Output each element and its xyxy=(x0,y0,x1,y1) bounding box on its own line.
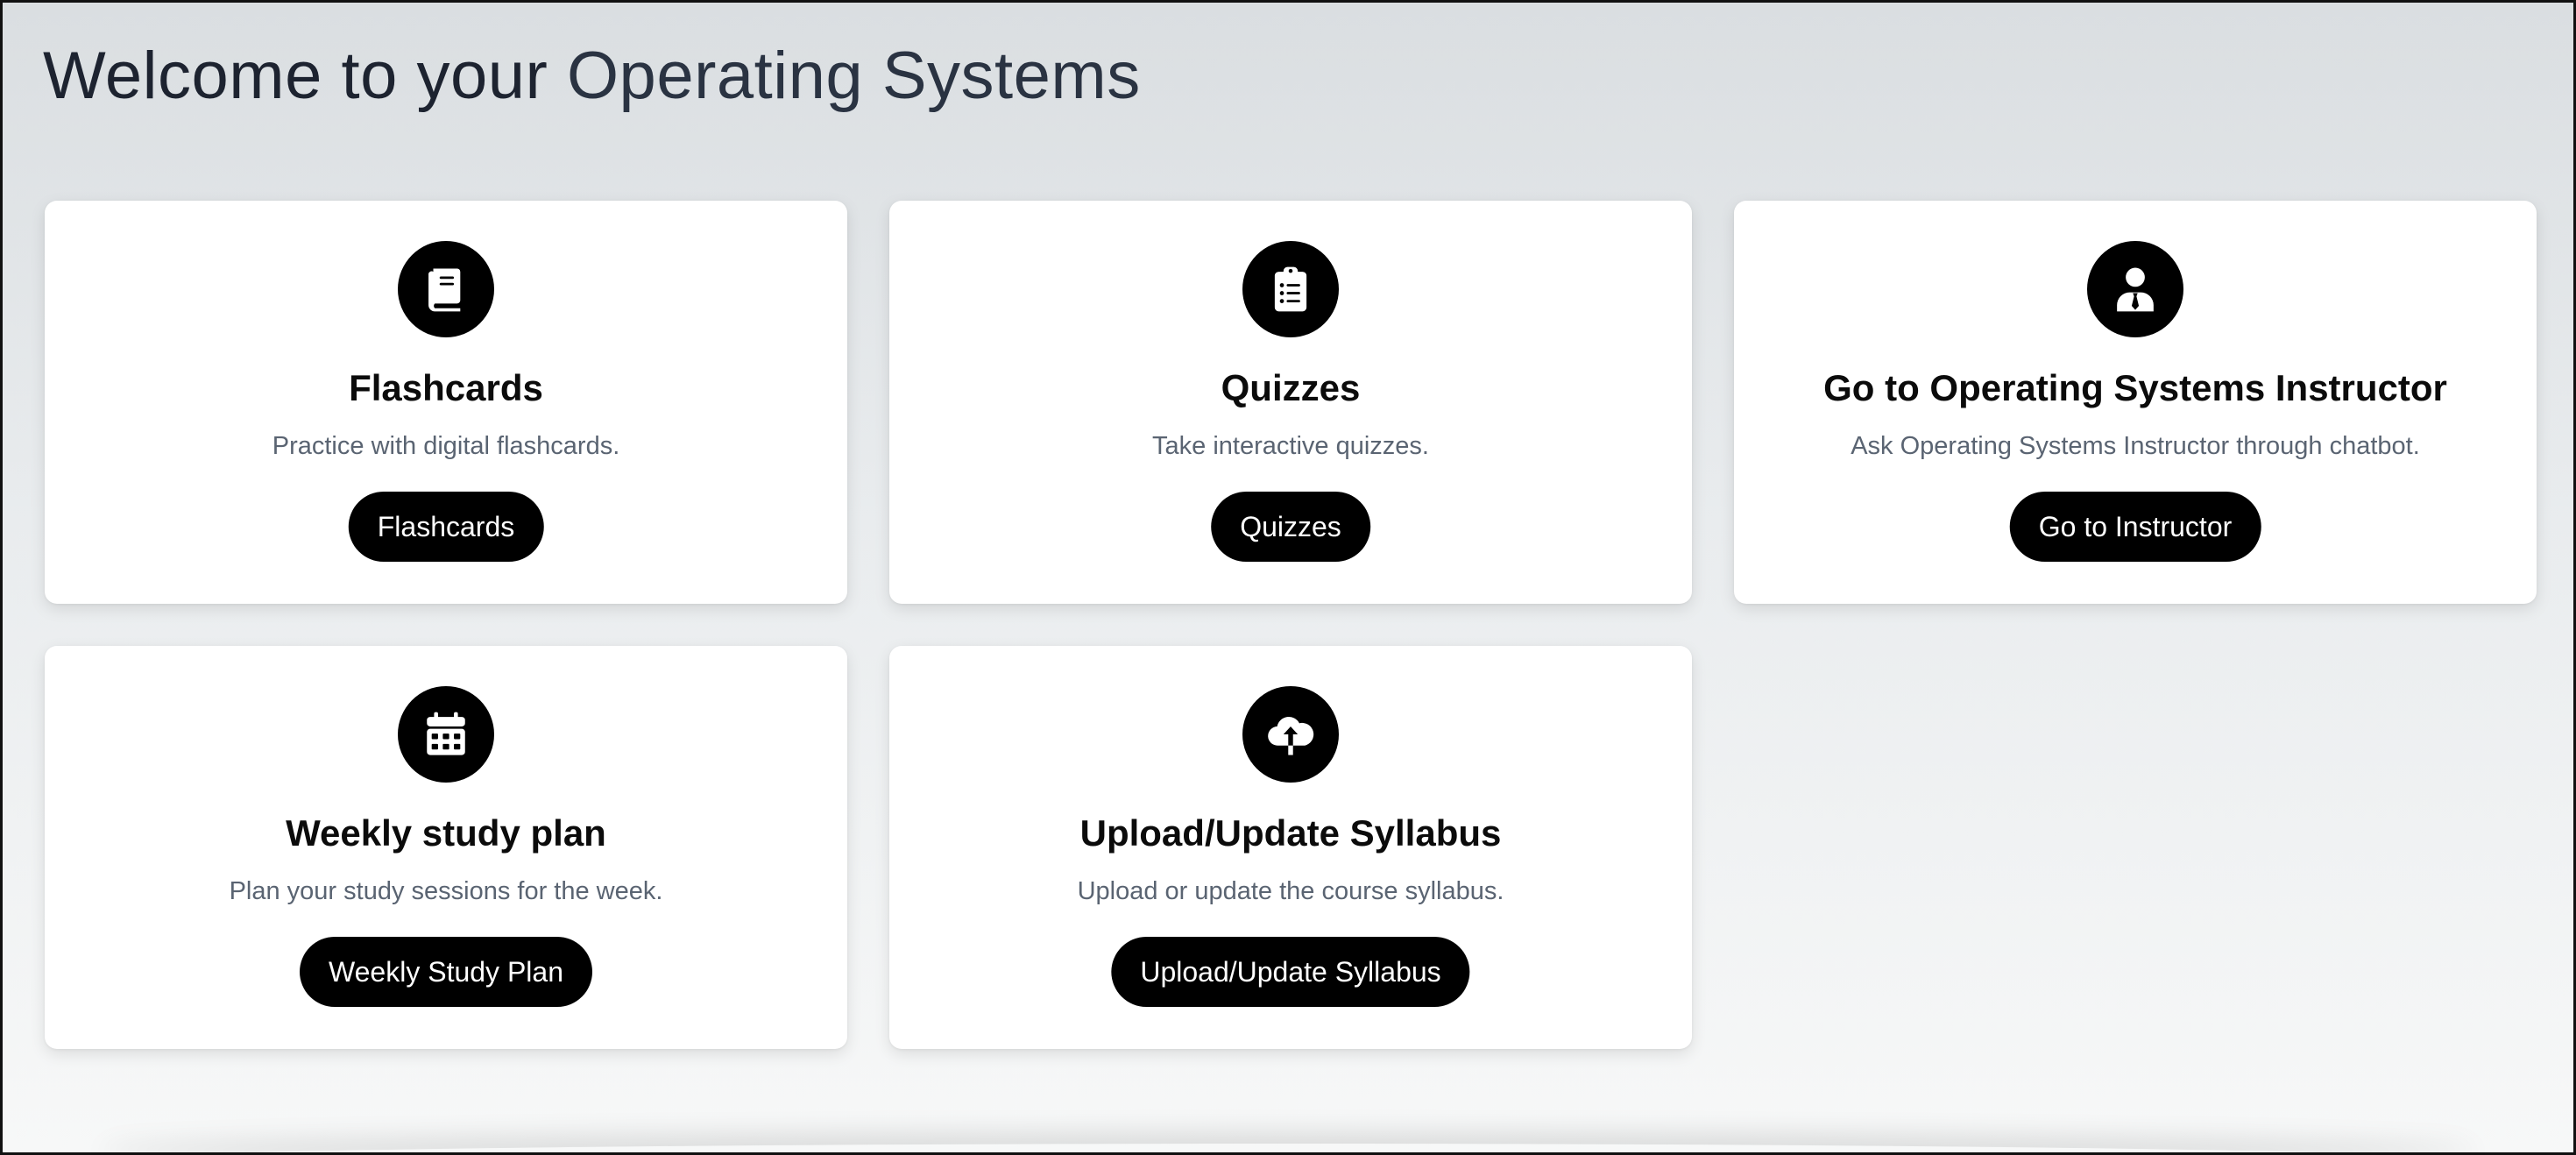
weekly-study-plan-button[interactable]: Weekly Study Plan xyxy=(300,937,592,1007)
card-description: Ask Operating Systems Instructor through… xyxy=(1851,432,2420,460)
upload-syllabus-card: Upload/Update Syllabus Upload or update … xyxy=(889,646,1692,1049)
cloud-upload-icon xyxy=(1242,686,1339,783)
user-tie-icon xyxy=(2087,241,2183,337)
quizzes-button[interactable]: Quizzes xyxy=(1211,492,1370,562)
card-title: Go to Operating Systems Instructor xyxy=(1823,367,2447,408)
instructor-card: Go to Operating Systems Instructor Ask O… xyxy=(1734,201,2537,604)
go-to-instructor-button[interactable]: Go to Instructor xyxy=(2009,492,2261,562)
page-title: Welcome to your Operating Systems xyxy=(43,38,1141,114)
flashcards-button[interactable]: Flashcards xyxy=(348,492,544,562)
course-name: Operating Systems xyxy=(566,39,1141,113)
card-description: Upload or update the course syllabus. xyxy=(1077,877,1504,905)
clipboard-list-icon xyxy=(1242,241,1339,337)
card-title: Weekly study plan xyxy=(286,812,606,854)
book-icon xyxy=(398,241,494,337)
card-title: Quizzes xyxy=(1221,367,1361,408)
card-description: Plan your study sessions for the week. xyxy=(229,877,663,905)
page-title-prefix: Welcome to your xyxy=(43,39,567,113)
calendar-icon xyxy=(398,686,494,783)
weekly-study-plan-card: Weekly study plan Plan your study sessio… xyxy=(45,646,847,1049)
upload-syllabus-button[interactable]: Upload/Update Syllabus xyxy=(1111,937,1470,1007)
flashcards-card: Flashcards Practice with digital flashca… xyxy=(45,201,847,604)
bottom-panel-shadow xyxy=(99,1144,2477,1155)
quizzes-card: Quizzes Take interactive quizzes. Quizze… xyxy=(889,201,1692,604)
card-description: Practice with digital flashcards. xyxy=(272,432,620,460)
card-description: Take interactive quizzes. xyxy=(1152,432,1429,460)
card-title: Upload/Update Syllabus xyxy=(1079,812,1502,854)
card-title: Flashcards xyxy=(349,367,543,408)
